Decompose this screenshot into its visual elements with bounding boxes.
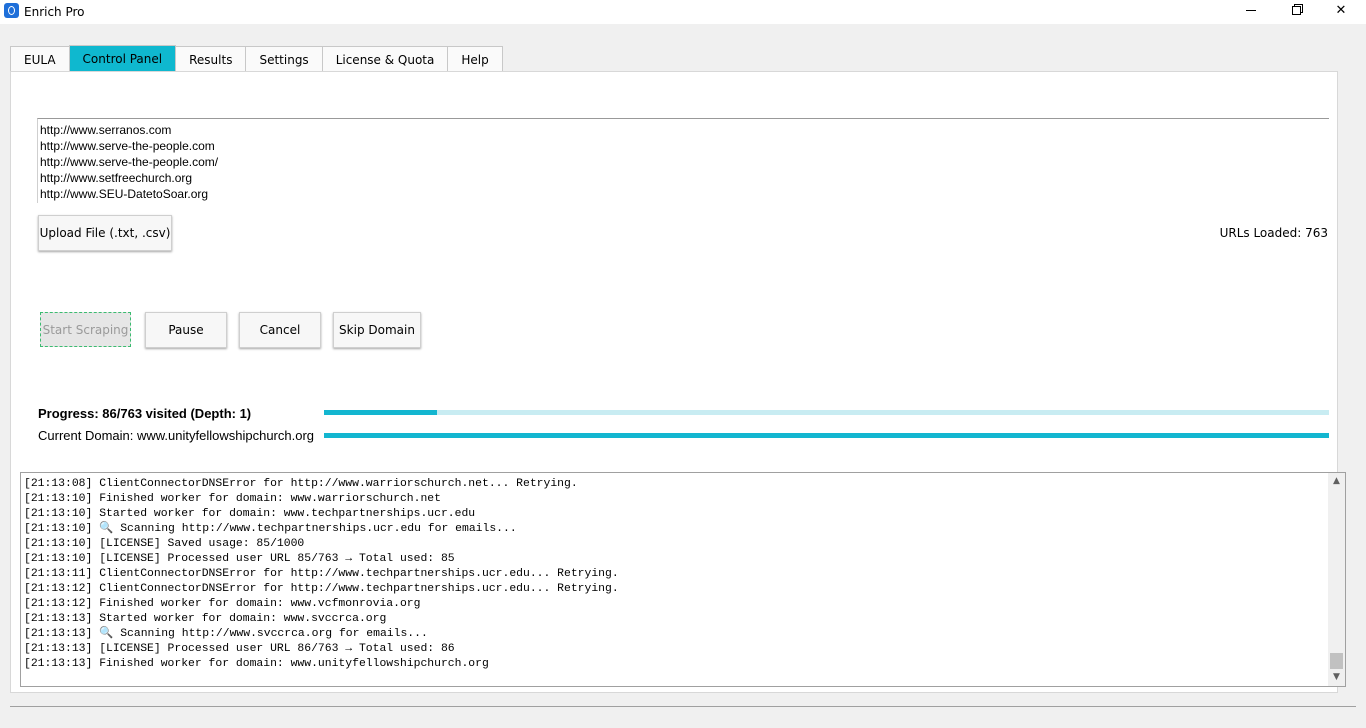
domain-activity-bar [324, 433, 1329, 438]
scroll-thumb[interactable] [1330, 653, 1343, 669]
log-line: [21:13:08] ClientConnectorDNSError for h… [24, 478, 578, 490]
divider [10, 706, 1356, 707]
restore-icon [1291, 6, 1301, 15]
log-line: [21:13:13] [LICENSE] Processed user URL … [24, 643, 455, 655]
log-line: [21:13:10] [LICENSE] Processed user URL … [24, 553, 455, 565]
log-line: [21:13:10] 🔍 Scanning http://www.techpar… [24, 523, 517, 535]
tab-control-panel[interactable]: Control Panel [68, 45, 177, 72]
url-line: http://www.serve-the-people.com [40, 139, 215, 153]
tab-help[interactable]: Help [447, 46, 503, 72]
pause-button[interactable]: Pause [145, 312, 227, 348]
tab-results[interactable]: Results [175, 46, 247, 72]
minimize-icon [1246, 10, 1256, 11]
upload-file-button[interactable]: Upload File (.txt, .csv) [38, 215, 172, 251]
current-domain-label: Current Domain: www.unityfellowshipchurc… [38, 428, 315, 443]
urls-loaded-count: URLs Loaded: 763 [1219, 226, 1328, 240]
scroll-down-icon[interactable]: ▼ [1328, 669, 1345, 686]
progress-bar [324, 410, 1329, 415]
tab-license-quota[interactable]: License & Quota [321, 46, 449, 72]
start-scraping-button[interactable]: Start Scraping [40, 312, 131, 347]
tab-bar: EULA Control Panel Results Settings Lice… [10, 45, 503, 72]
minimize-button[interactable] [1228, 0, 1274, 24]
url-line: http://www.serve-the-people.com/ [40, 155, 219, 169]
log-output[interactable]: [21:13:08] ClientConnectorDNSError for h… [20, 472, 1346, 687]
log-line: [21:13:10] Started worker for domain: ww… [24, 508, 476, 520]
log-line: [21:13:13] Finished worker for domain: w… [24, 658, 489, 670]
log-line: [21:13:11] ClientConnectorDNSError for h… [24, 568, 619, 580]
enrich-pro-logo-icon [4, 3, 19, 18]
title-bar: Enrich Pro ✕ [0, 0, 1366, 24]
log-line: [21:13:10] Finished worker for domain: w… [24, 493, 441, 505]
url-line: http://www.setfreechurch.org [40, 171, 193, 185]
progress-bar-fill [324, 410, 438, 415]
log-scrollbar[interactable]: ▲ ▼ [1328, 473, 1345, 686]
url-line: http://www.SEU-DatetoSoar.org [40, 187, 209, 201]
skip-domain-button[interactable]: Skip Domain [333, 312, 421, 348]
close-icon: ✕ [1335, 3, 1347, 18]
tab-eula[interactable]: EULA [10, 46, 70, 72]
scroll-up-icon[interactable]: ▲ [1328, 473, 1345, 490]
log-line: [21:13:13] 🔍 Scanning http://www.svccrca… [24, 628, 428, 640]
cancel-button[interactable]: Cancel [239, 312, 321, 348]
log-line: [21:13:12] ClientConnectorDNSError for h… [24, 583, 619, 595]
log-line: [21:13:12] Finished worker for domain: w… [24, 598, 421, 610]
log-line: [21:13:10] [LICENSE] Saved usage: 85/100… [24, 538, 305, 550]
log-text: [21:13:08] ClientConnectorDNSError for h… [24, 477, 619, 672]
tab-settings[interactable]: Settings [245, 46, 323, 72]
maximize-button[interactable] [1273, 0, 1319, 24]
window-title: Enrich Pro [24, 5, 85, 19]
log-line: [21:13:13] Started worker for domain: ww… [24, 613, 387, 625]
url-line: http://www.serranos.com [40, 123, 172, 137]
close-button[interactable]: ✕ [1318, 0, 1364, 24]
url-list-textarea[interactable]: http://www.serranos.com http://www.serve… [37, 118, 1329, 203]
progress-label: Progress: 86/763 visited (Depth: 1) [38, 406, 252, 421]
